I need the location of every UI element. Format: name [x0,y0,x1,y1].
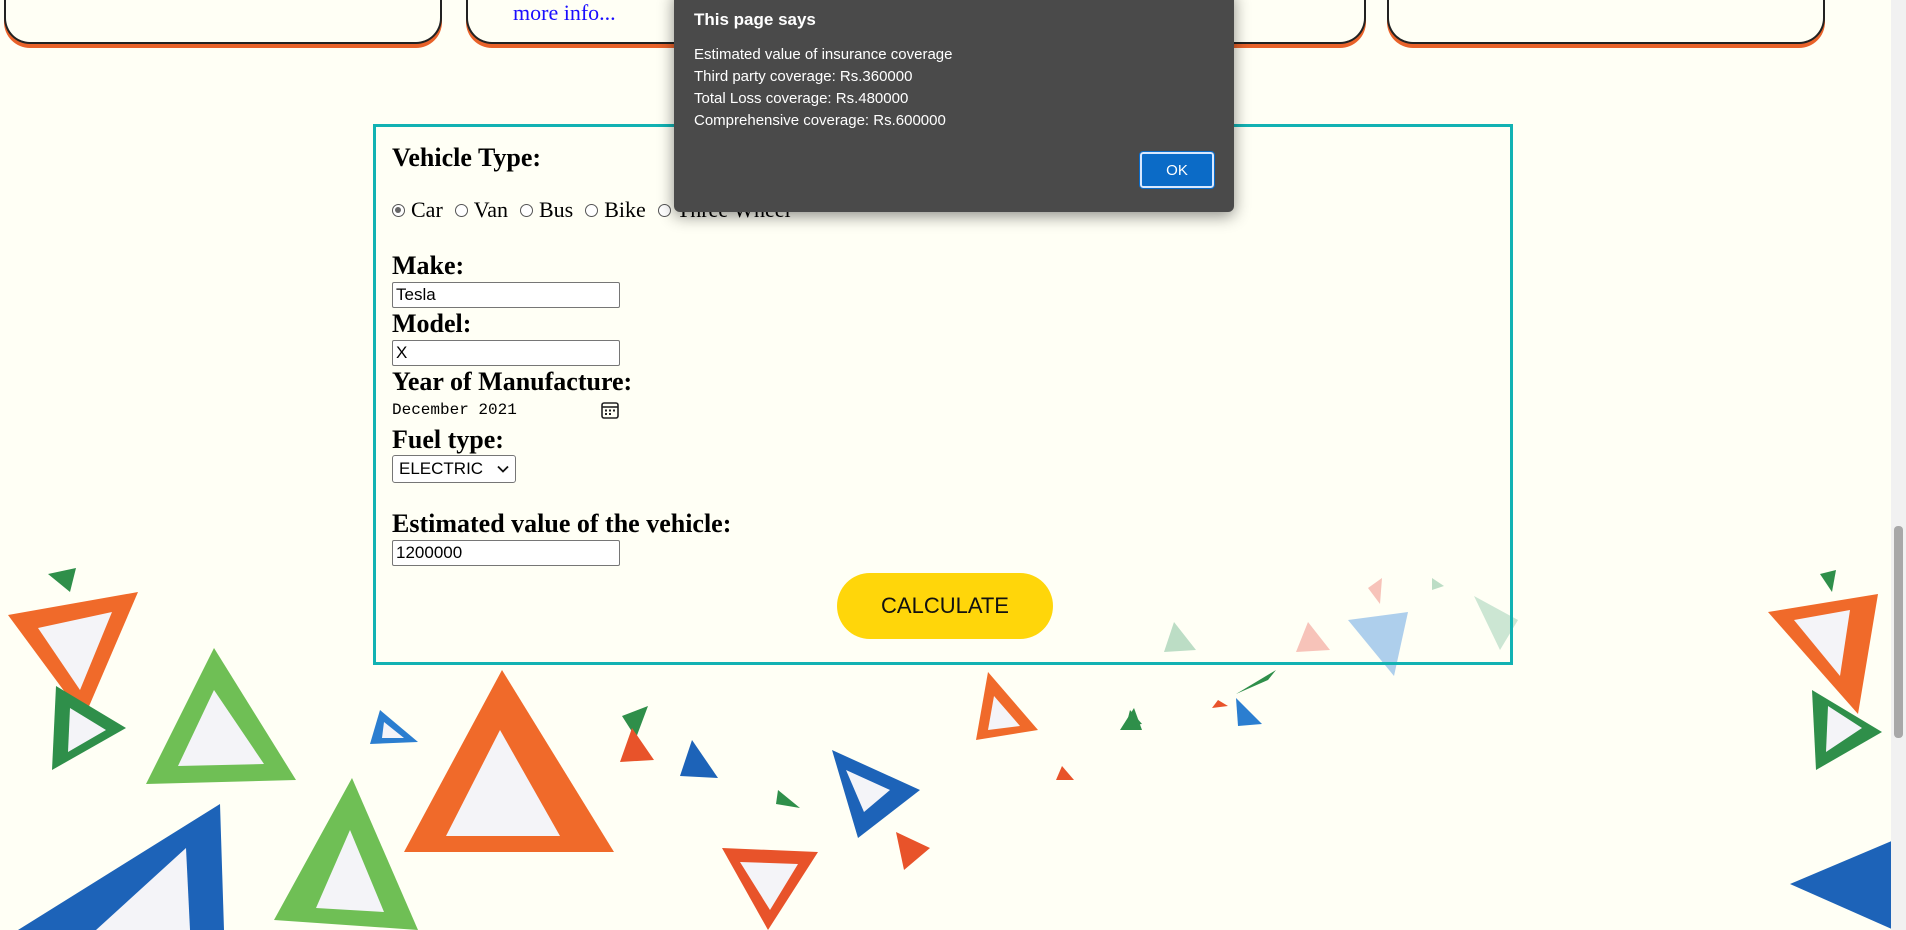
triangle-cluster-left [8,568,418,930]
vehicle-type-label: Vehicle Type: [392,143,542,172]
make-input[interactable]: Tesla [392,282,620,308]
radio-option-van[interactable]: Van [454,197,508,223]
radio-label-bike: Bike [604,197,646,222]
scrollbar-thumb[interactable] [1894,526,1903,738]
year-of-manufacture-input[interactable]: December 2021 [392,397,620,423]
alert-dialog: This page says Estimated value of insura… [674,0,1234,212]
page: more info... Vehicle Type: Car Van Bus B… [0,0,1906,930]
radio-option-car[interactable]: Car [392,197,443,223]
dialog-message: Estimated value of insurance coverage Th… [694,44,952,132]
dialog-line-third-party: Third party coverage: Rs.360000 [694,68,913,85]
fuel-type-label: Fuel type: [392,425,504,454]
estimated-value-input[interactable]: 1200000 [392,540,620,566]
radio-option-bus[interactable]: Bus [519,197,574,223]
radio-button-bus[interactable] [519,203,533,217]
year-of-manufacture-label: Year of Manufacture: [392,367,633,396]
dialog-line-heading: Estimated value of insurance coverage [694,46,953,63]
info-card-1 [4,0,442,44]
radio-button-car[interactable] [392,203,405,217]
estimated-value-label: Estimated value of the vehicle: [392,509,732,538]
ok-button[interactable]: OK [1139,151,1215,189]
radio-option-bike[interactable]: Bike [585,197,646,223]
more-info-link[interactable]: more info... [513,0,616,26]
make-label: Make: [392,251,465,280]
fuel-type-select[interactable]: ELECTRIC [392,455,516,483]
model-label: Model: [392,309,472,338]
radio-button-van[interactable] [454,203,468,217]
radio-button-three-wheel[interactable] [657,203,671,217]
dialog-line-total-loss: Total Loss coverage: Rs.480000 [694,90,909,107]
radio-label-van: Van [473,197,508,222]
calendar-icon[interactable] [600,400,620,420]
radio-button-bike[interactable] [585,203,599,217]
year-of-manufacture-value: December 2021 [392,401,517,419]
triangle-cluster-right [1768,570,1894,930]
calculate-button[interactable]: CALCULATE [837,573,1053,639]
info-card-3 [1387,0,1825,44]
vertical-scrollbar[interactable] [1891,0,1906,930]
radio-label-car: Car [411,197,443,222]
dialog-title: This page says [694,10,816,29]
model-input[interactable]: X [392,340,620,366]
fuel-type-value: ELECTRIC [399,459,484,478]
dialog-line-comprehensive: Comprehensive coverage: Rs.600000 [694,112,946,129]
chevron-down-icon [497,465,509,473]
radio-label-bus: Bus [538,197,574,222]
